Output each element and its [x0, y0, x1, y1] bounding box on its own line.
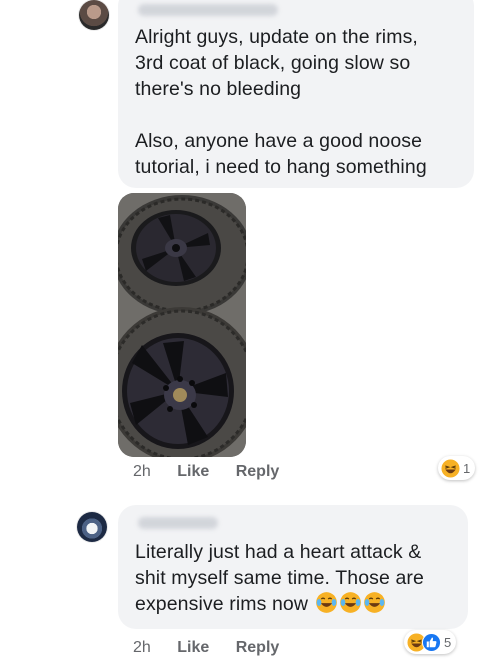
comment-line: 3rd coat of black, going slow so — [135, 52, 411, 74]
commenter-avatar[interactable] — [79, 0, 109, 30]
comment-meta: 2h Like Reply — [133, 639, 301, 657]
tears-of-joy-icon — [315, 592, 337, 613]
reaction-summary[interactable]: 1 — [438, 456, 476, 480]
comment-text-paragraph-2: Also, anyone have a good noose tutorial,… — [135, 128, 427, 180]
comment-line: Literally just had a heart attack & — [135, 541, 422, 563]
comment-line: shit myself same time. Those are — [135, 567, 424, 589]
tears-of-joy-icon — [339, 592, 361, 613]
redacted-author-name — [138, 4, 278, 16]
comment-line-with-emoji: expensive rims now — [135, 591, 424, 617]
like-button[interactable]: Like — [177, 463, 209, 480]
comment-timestamp[interactable]: 2h — [133, 463, 151, 480]
reaction-summary[interactable]: 5 — [404, 630, 457, 654]
reaction-count: 5 — [444, 634, 452, 650]
haha-icon — [441, 458, 460, 478]
reply-button[interactable]: Reply — [236, 639, 280, 656]
comment-line: expensive rims now — [135, 593, 309, 615]
comment-timestamp[interactable]: 2h — [133, 639, 151, 656]
comment-photo-attachment[interactable] — [118, 193, 246, 457]
commenter-avatar[interactable] — [77, 512, 107, 542]
comment-line: Alright guys, update on the rims, — [135, 26, 418, 48]
tears-of-joy-icon — [363, 592, 385, 613]
like-button[interactable]: Like — [177, 639, 209, 656]
comment-line: Also, anyone have a good noose — [135, 130, 423, 152]
like-icon — [422, 632, 441, 652]
reaction-count: 1 — [463, 460, 471, 476]
redacted-author-name — [138, 517, 218, 529]
comment-text: Alright guys, update on the rims, 3rd co… — [135, 24, 418, 102]
reply-button[interactable]: Reply — [236, 463, 280, 480]
comment-line: there's no bleeding — [135, 78, 302, 100]
comment-meta: 2h Like Reply — [133, 463, 301, 481]
comment-line: tutorial, i need to hang something — [135, 156, 427, 178]
comment-text: Literally just had a heart attack & shit… — [135, 539, 424, 617]
rims-photo-image — [118, 193, 246, 457]
